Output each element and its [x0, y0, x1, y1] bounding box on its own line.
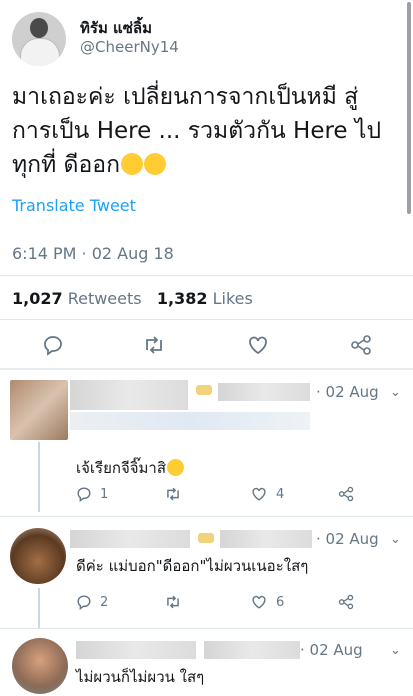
retweet-icon	[167, 487, 179, 501]
scrollbar[interactable]	[407, 2, 411, 214]
divider	[0, 628, 413, 629]
divider	[0, 516, 413, 517]
reply-date[interactable]: · 02 Aug	[316, 530, 379, 548]
reply-icon	[77, 487, 91, 502]
like-icon	[252, 487, 266, 501]
share-icon	[338, 594, 354, 610]
reply-context-blurred	[70, 412, 310, 430]
reply-avatar[interactable]	[12, 638, 68, 694]
reply-icon	[77, 595, 91, 610]
reply-button[interactable]	[42, 334, 64, 356]
hand-emoji-icon	[198, 533, 214, 543]
reply-text: ไม่ผวนก็ไม่ผวน ใสๆ	[76, 668, 205, 686]
reply-handle-blurred[interactable]	[218, 383, 310, 401]
retweet-button[interactable]	[164, 486, 182, 502]
reply-author-blurred[interactable]	[70, 530, 190, 548]
reply-author-blurred[interactable]	[70, 380, 188, 410]
chevron-down-icon[interactable]: ⌄	[390, 643, 401, 658]
like-button[interactable]: 6	[250, 594, 284, 610]
author-handle[interactable]: @CheerNy14	[80, 38, 179, 56]
like-count: 6	[276, 594, 285, 610]
reply-avatar[interactable]	[10, 380, 68, 440]
retweet-icon	[167, 595, 179, 609]
reply-handle-blurred[interactable]	[220, 530, 312, 548]
reply-text: เจ้เรียกจีจิ๊มาสิ	[76, 456, 185, 480]
tweet-body: มาเถอะค่ะ เปลี่ยนการจากเป็นหมี สู่การเป็…	[12, 84, 382, 178]
reply-body: เจ้เรียกจีจิ๊มาสิ	[76, 459, 167, 477]
share-button[interactable]	[338, 486, 354, 502]
hand-emoji-icon	[196, 385, 212, 395]
like-button[interactable]	[246, 334, 270, 356]
divider	[0, 319, 413, 320]
reply-button[interactable]: 2	[76, 594, 108, 610]
retweets-count[interactable]: 1,027	[12, 289, 63, 308]
like-icon	[252, 595, 266, 609]
grin-emoji-icon	[167, 459, 185, 476]
reply-avatar[interactable]	[10, 528, 66, 584]
divider	[0, 368, 413, 370]
share-icon	[338, 486, 354, 502]
like-button[interactable]: 4	[250, 486, 284, 502]
reply-date[interactable]: · 02 Aug	[300, 641, 363, 659]
retweet-button[interactable]	[142, 334, 166, 356]
thread-line	[38, 588, 40, 628]
author-avatar[interactable]	[12, 12, 66, 66]
chevron-down-icon[interactable]: ⌄	[390, 532, 401, 547]
retweets-label[interactable]: Retweets	[68, 289, 142, 308]
laughing-emoji-icon	[144, 153, 167, 175]
reply-icon	[44, 336, 62, 356]
author-name[interactable]: ทิรัม แซ่ลิ้ม	[80, 16, 152, 40]
reply-handle-blurred[interactable]	[204, 641, 300, 659]
tweet-stats: 1,027 Retweets 1,382 Likes	[12, 289, 253, 308]
share-button[interactable]	[338, 594, 354, 610]
tweet-text: มาเถอะค่ะ เปลี่ยนการจากเป็นหมี สู่การเป็…	[12, 80, 397, 182]
reply-date[interactable]: · 02 Aug	[316, 383, 379, 401]
likes-label[interactable]: Likes	[213, 289, 253, 308]
translate-tweet-link[interactable]: Translate Tweet	[12, 196, 136, 215]
reply-author-blurred[interactable]	[76, 641, 196, 659]
share-button[interactable]	[350, 334, 372, 356]
laughing-emoji-icon	[121, 153, 144, 175]
like-count: 4	[276, 486, 285, 502]
share-icon	[351, 335, 371, 355]
divider	[0, 275, 413, 276]
thread-line	[38, 442, 40, 512]
like-icon	[249, 336, 267, 355]
reply-text: ดีค่ะ แม่บอก"ดีออก"ไม่ผวนเนอะใสๆ	[76, 557, 309, 575]
reply-count: 1	[100, 486, 109, 502]
chevron-down-icon[interactable]: ⌄	[390, 385, 401, 400]
reply-button[interactable]: 1	[76, 486, 108, 502]
likes-count[interactable]: 1,382	[157, 289, 208, 308]
retweet-icon	[146, 336, 162, 354]
retweet-button[interactable]	[164, 594, 182, 610]
tweet-timestamp: 6:14 PM · 02 Aug 18	[12, 244, 174, 263]
reply-count: 2	[100, 594, 109, 610]
